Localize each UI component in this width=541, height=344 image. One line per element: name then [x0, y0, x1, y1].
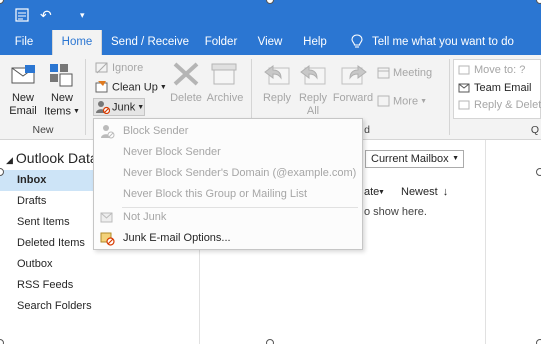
junk-icon	[96, 101, 110, 114]
new-items-button[interactable]: New Items ▼	[42, 92, 82, 118]
new-email-label-1: New	[11, 92, 34, 104]
meeting-icon	[377, 67, 390, 79]
menu-item-block-sender[interactable]: Block Sender	[94, 121, 362, 142]
more-respond-button[interactable]: More ▼	[393, 95, 427, 108]
group-label-new: New	[32, 124, 54, 136]
tab-file[interactable]: File	[6, 30, 42, 55]
folder-rss-feeds[interactable]: RSS Feeds	[0, 275, 199, 296]
menu-item-not-junk[interactable]: Not Junk	[94, 207, 362, 228]
title-bar: ↶ ▾	[0, 0, 541, 30]
resize-handle	[266, 339, 274, 344]
tab-help[interactable]: Help	[296, 30, 334, 55]
folder-outbox[interactable]: Outbox	[0, 254, 199, 275]
folder-root-label: Outlook Data	[15, 150, 98, 166]
folder-root[interactable]: ◢ Outlook Data	[6, 150, 98, 166]
meeting-button[interactable]: Meeting	[393, 67, 432, 80]
ignore-icon	[95, 62, 108, 74]
resize-handle	[536, 339, 541, 344]
search-scope-value: Current Mailbox	[371, 153, 449, 165]
menu-item-junk-email-options[interactable]: Junk E-mail Options...	[94, 228, 362, 249]
reply-all-icon	[300, 65, 326, 85]
group-label-respond: d	[364, 124, 370, 136]
chevron-down-icon[interactable]: ▼	[378, 189, 385, 196]
tell-me-search[interactable]: Tell me what you want to do	[372, 30, 522, 55]
undo-icon[interactable]: ↶	[40, 7, 56, 23]
junk-label: Junk	[112, 101, 136, 114]
reply-button[interactable]: Reply	[258, 92, 296, 105]
new-email-label-2: Email	[9, 105, 37, 117]
more-respond-icon	[377, 95, 390, 107]
block-sender-icon	[101, 125, 115, 139]
chevron-down-icon: ▼	[452, 155, 459, 162]
reply-all-button[interactable]: Reply All	[294, 92, 332, 118]
forward-button[interactable]: Forward	[332, 92, 374, 105]
group-separator	[85, 59, 86, 135]
collapse-arrow-icon[interactable]: ◢	[6, 155, 13, 165]
reply-icon	[264, 65, 290, 85]
not-junk-icon	[100, 212, 113, 223]
team-email-icon	[458, 83, 470, 93]
not-junk-label: Not Junk	[123, 211, 167, 223]
delete-icon	[173, 62, 199, 86]
ignore-button[interactable]: Ignore	[112, 62, 143, 75]
junk-options-icon	[100, 232, 115, 246]
menu-item-never-block-domain[interactable]: Never Block Sender's Domain (@example.co…	[94, 163, 362, 184]
tab-home[interactable]: Home	[52, 30, 102, 55]
ribbon-tabs: File Home Send / Receive Folder View Hel…	[0, 30, 541, 55]
new-email-icon	[11, 65, 35, 84]
customize-qat-icon[interactable]: ▾	[80, 7, 96, 23]
quick-step-team-email[interactable]: Team Email	[474, 82, 531, 95]
sort-order-label: Newest	[401, 186, 438, 198]
quick-step-reply-delete[interactable]: Reply & Delete	[474, 99, 541, 112]
group-label-quick-steps: Q	[530, 124, 540, 136]
lightbulb-icon	[351, 34, 363, 48]
archive-icon	[211, 63, 237, 85]
forward-icon	[341, 65, 367, 85]
chevron-down-icon: ▼	[420, 98, 427, 105]
chevron-down-icon: ▼	[137, 104, 145, 111]
chevron-down-icon: ▼	[72, 108, 80, 115]
junk-label-wrap: Junk ▼	[112, 101, 144, 114]
junk-options-label: Junk E-mail Options...	[123, 232, 231, 244]
tab-send-receive[interactable]: Send / Receive	[110, 30, 190, 55]
clean-up-label: Clean Up	[112, 81, 158, 94]
new-email-button[interactable]: New Email	[4, 92, 42, 118]
move-to-icon	[458, 65, 470, 75]
send-receive-all-icon[interactable]	[14, 7, 30, 23]
menu-item-never-block-sender[interactable]: Never Block Sender	[94, 142, 362, 163]
tab-folder[interactable]: Folder	[198, 30, 244, 55]
tab-view[interactable]: View	[252, 30, 288, 55]
reply-all-label-2: All	[306, 105, 320, 117]
delete-button[interactable]: Delete	[166, 92, 206, 105]
empty-list-message: o show here.	[364, 206, 427, 218]
clean-up-button[interactable]: Clean Up ▼	[112, 81, 167, 94]
search-scope-dropdown[interactable]: Current Mailbox ▼	[365, 150, 464, 168]
clean-up-icon	[95, 81, 108, 93]
folder-search-folders[interactable]: Search Folders	[0, 296, 199, 317]
more-label: More	[393, 95, 419, 108]
group-separator	[449, 59, 450, 135]
menu-item-never-block-group[interactable]: Never Block this Group or Mailing List	[94, 184, 362, 205]
arrow-down-icon: ↓	[442, 186, 449, 198]
sort-by-label[interactable]: ate	[364, 186, 379, 198]
quick-step-move-to[interactable]: Move to: ?	[474, 64, 525, 77]
reply-delete-icon	[458, 100, 470, 110]
new-items-icon	[50, 64, 73, 87]
resize-handle	[536, 168, 541, 176]
reading-pane-divider[interactable]	[485, 140, 486, 344]
new-items-label-2: Items	[44, 105, 71, 118]
sort-order-button[interactable]: Newest ↓	[401, 186, 448, 198]
block-sender-label: Block Sender	[123, 125, 189, 137]
chevron-down-icon: ▼	[159, 84, 167, 91]
reply-all-label-1: Reply	[298, 92, 328, 104]
archive-button[interactable]: Archive	[204, 92, 246, 105]
junk-menu: Block Sender Never Block Sender Never Bl…	[93, 118, 363, 250]
new-items-label-1: New	[50, 92, 73, 104]
